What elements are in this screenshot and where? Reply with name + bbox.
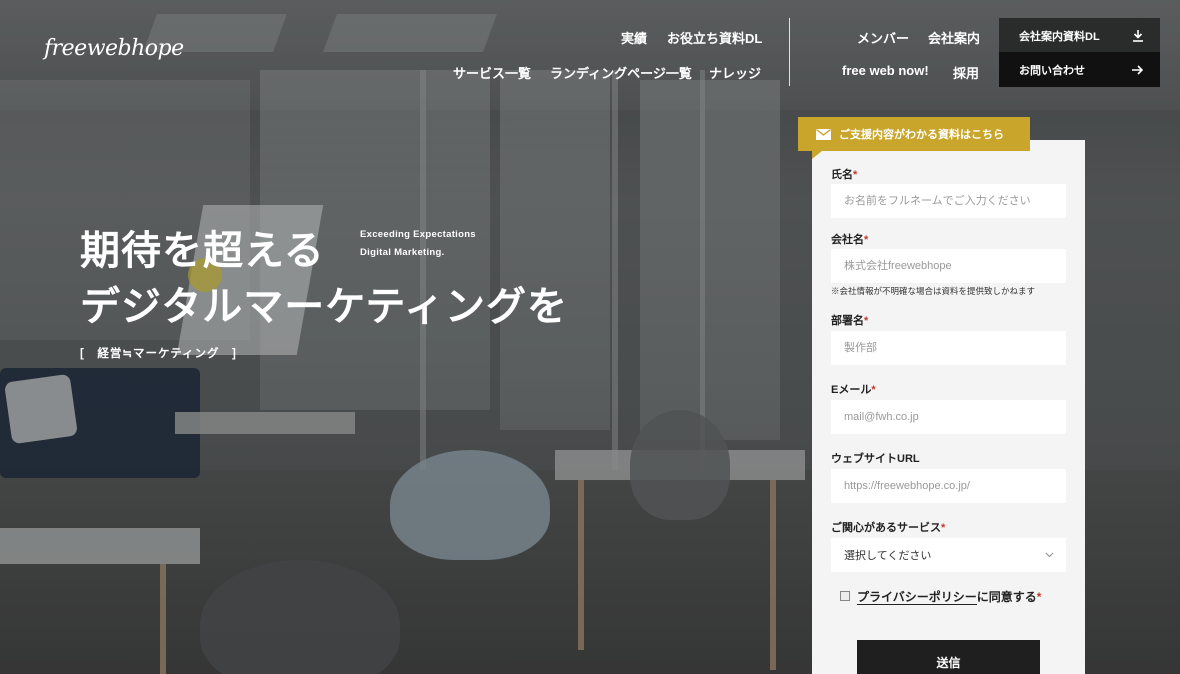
email-input[interactable] <box>831 400 1066 434</box>
company-input[interactable] <box>831 249 1066 283</box>
privacy-checkbox[interactable] <box>840 591 850 601</box>
site-logo[interactable]: freewebhope <box>44 36 184 61</box>
arrow-right-icon <box>1131 64 1144 76</box>
name-label: 氏名* <box>831 169 858 181</box>
service-select-value: 選択してください <box>844 550 932 562</box>
form-header-tab: ご支援内容がわかる資料はこちら <box>798 117 1030 159</box>
hero-subtitle-line1: Exceeding Expectations <box>360 229 476 240</box>
nav-knowledge[interactable]: ナレッジ <box>709 63 761 82</box>
nav-works[interactable]: 実績 <box>621 28 647 47</box>
privacy-policy-link[interactable]: プライバシーポリシー <box>857 590 977 605</box>
service-select[interactable]: 選択してください <box>831 538 1066 572</box>
nav-services[interactable]: サービス一覧 <box>453 63 531 82</box>
nav-members[interactable]: メンバー <box>857 28 909 47</box>
contact-button-label: お問い合わせ <box>1019 64 1085 77</box>
company-label: 会社名* <box>831 234 869 246</box>
department-input[interactable] <box>831 331 1066 365</box>
email-label: Eメール* <box>831 384 876 396</box>
mail-icon <box>816 125 831 144</box>
nav-download-materials[interactable]: お役立ち資料DL <box>667 28 762 47</box>
hero-title-line1: 期待を超える <box>80 229 325 273</box>
nav-free-web-now[interactable]: free web now! <box>842 63 929 78</box>
form-header-label: ご支援内容がわかる資料はこちら <box>839 129 1004 141</box>
privacy-consent-label: プライバシーポリシーに同意する* <box>857 590 1042 605</box>
contact-button[interactable]: お問い合わせ <box>999 52 1160 87</box>
submit-button[interactable]: 送信 <box>857 640 1040 674</box>
hero-title-line2: デジタルマーケティングを <box>80 285 568 329</box>
website-input[interactable] <box>831 469 1066 503</box>
company-note: ※会社情報が不明確な場合は資料を提供致しかねます <box>831 286 1036 296</box>
website-label: ウェブサイトURL <box>831 453 920 465</box>
download-button-label: 会社案内資料DL <box>1019 30 1100 43</box>
nav-divider <box>789 18 790 86</box>
nav-recruit[interactable]: 採用 <box>953 63 979 82</box>
nav-landing-pages[interactable]: ランディングページ一覧 <box>550 63 692 82</box>
service-label: ご関心があるサービス* <box>831 522 946 534</box>
hero-subtitle-line2: Digital Marketing. <box>360 247 445 258</box>
nav-company[interactable]: 会社案内 <box>928 28 980 47</box>
hero-tagline: [ 経営≒マーケティング ] <box>80 348 237 360</box>
chevron-down-icon <box>1045 549 1054 561</box>
download-icon <box>1132 29 1144 42</box>
company-brochure-download-button[interactable]: 会社案内資料DL <box>999 18 1160 53</box>
department-label: 部署名* <box>831 315 869 327</box>
name-input[interactable] <box>831 184 1066 218</box>
